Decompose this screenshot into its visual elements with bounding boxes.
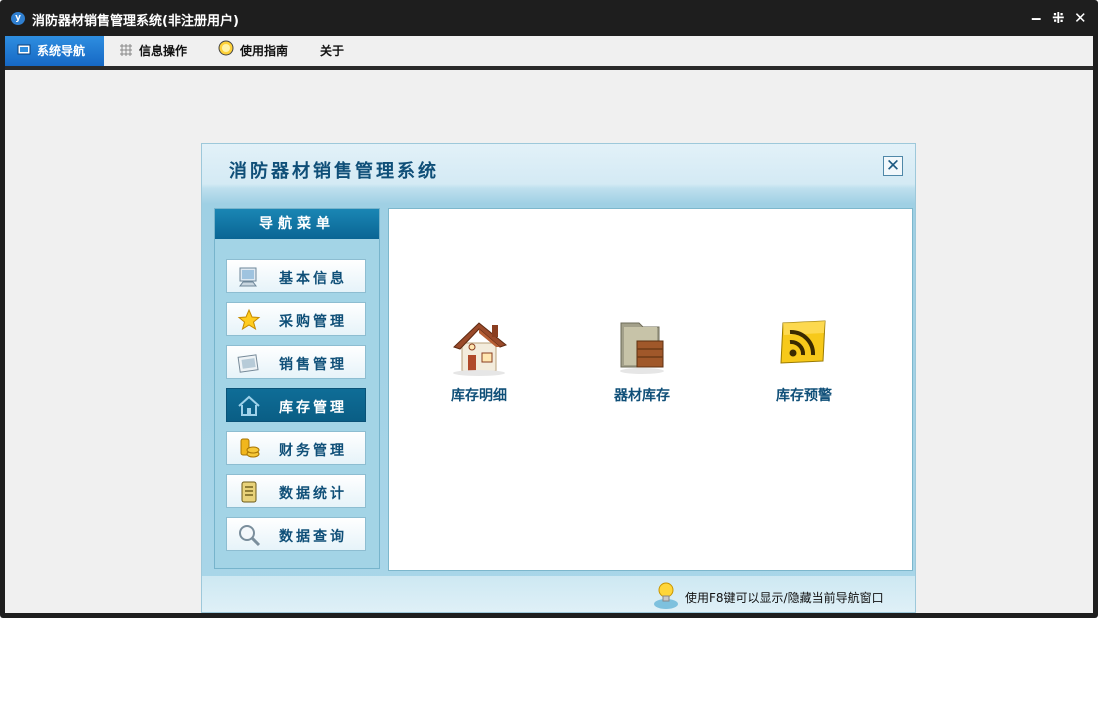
nav-item-label: 基本信息 <box>279 271 347 287</box>
window-title: 消防器材销售管理系统(非注册用户) <box>32 14 239 29</box>
scroll-icon <box>237 480 261 504</box>
func-equipment-stock[interactable]: 器材库存 <box>597 315 687 405</box>
tab-label: 信息操作 <box>139 44 188 58</box>
menu-bar: 系统导航 信息操作 使用指南 关于 <box>5 36 1093 70</box>
house-icon <box>444 315 514 377</box>
photo-icon <box>237 351 261 375</box>
tab-about[interactable]: 关于 <box>308 36 358 66</box>
tab-label: 系统导航 <box>37 44 86 58</box>
func-label: 库存明细 <box>451 388 507 404</box>
function-area: 库存明细 器材库存 库存预警 <box>388 208 913 571</box>
nav-item-basic-info[interactable]: 基本信息 <box>226 259 366 293</box>
nav-item-label: 财务管理 <box>279 443 347 459</box>
tab-label: 关于 <box>320 44 345 58</box>
nav-menu-panel: 导航菜单 基本信息 采购管理 销售管理 库存管理 财务管理 数据统计 数据查询 <box>214 208 380 569</box>
grid-icon <box>119 37 133 67</box>
nav-item-label: 采购管理 <box>279 314 347 330</box>
app-logo-icon: y <box>11 12 25 25</box>
tab-user-guide[interactable]: 使用指南 <box>206 36 307 66</box>
nav-item-query[interactable]: 数据查询 <box>226 517 366 551</box>
status-tip: 使用F8键可以显示/隐藏当前导航窗口 <box>685 591 884 605</box>
star-icon <box>237 308 261 332</box>
nav-item-label: 数据查询 <box>279 529 347 545</box>
tab-info-ops[interactable]: 信息操作 <box>109 36 206 66</box>
coins-icon <box>237 437 261 461</box>
func-stock-detail[interactable]: 库存明细 <box>434 315 524 405</box>
folder-box-icon <box>607 315 677 377</box>
title-bar: y 消防器材销售管理系统(非注册用户) ‒ ⁜ ✕ <box>0 0 1098 36</box>
nav-menu-header: 导航菜单 <box>215 209 379 239</box>
workspace: 消防器材销售管理系统 ✕ 导航菜单 基本信息 采购管理 销售管理 库存管理 财务… <box>5 70 1093 613</box>
nav-item-label: 库存管理 <box>279 400 347 416</box>
func-label: 器材库存 <box>614 388 670 404</box>
nav-dialog: 消防器材销售管理系统 ✕ 导航菜单 基本信息 采购管理 销售管理 库存管理 财务… <box>201 143 916 613</box>
tab-system-nav[interactable]: 系统导航 <box>5 36 104 66</box>
tab-label: 使用指南 <box>240 44 289 58</box>
close-button[interactable]: ✕ <box>1074 9 1087 27</box>
house-icon <box>237 394 261 418</box>
nav-item-statistics[interactable]: 数据统计 <box>226 474 366 508</box>
nav-item-finance[interactable]: 财务管理 <box>226 431 366 465</box>
monitor-icon <box>237 265 261 289</box>
rss-icon <box>769 315 839 377</box>
minimize-button[interactable]: ‒ <box>1031 9 1041 27</box>
bulb-icon <box>218 37 234 67</box>
nav-item-inventory[interactable]: 库存管理 <box>226 388 366 422</box>
func-label: 库存预警 <box>776 388 832 404</box>
dialog-title: 消防器材销售管理系统 <box>229 161 439 182</box>
func-stock-alert[interactable]: 库存预警 <box>759 315 849 405</box>
dialog-close-button[interactable]: ✕ <box>883 156 903 176</box>
magnifier-icon <box>237 523 261 547</box>
monitor-icon <box>17 37 31 67</box>
nav-item-label: 数据统计 <box>279 486 347 502</box>
nav-item-purchase[interactable]: 采购管理 <box>226 302 366 336</box>
status-bar: 使用F8键可以显示/隐藏当前导航窗口 <box>202 576 915 612</box>
nav-item-label: 销售管理 <box>279 357 347 373</box>
lightbulb-icon <box>652 580 680 610</box>
app-window: y 消防器材销售管理系统(非注册用户) ‒ ⁜ ✕ 系统导航 信息操作 使用指南… <box>0 0 1098 618</box>
nav-item-sales[interactable]: 销售管理 <box>226 345 366 379</box>
restore-button[interactable]: ⁜ <box>1052 9 1065 27</box>
